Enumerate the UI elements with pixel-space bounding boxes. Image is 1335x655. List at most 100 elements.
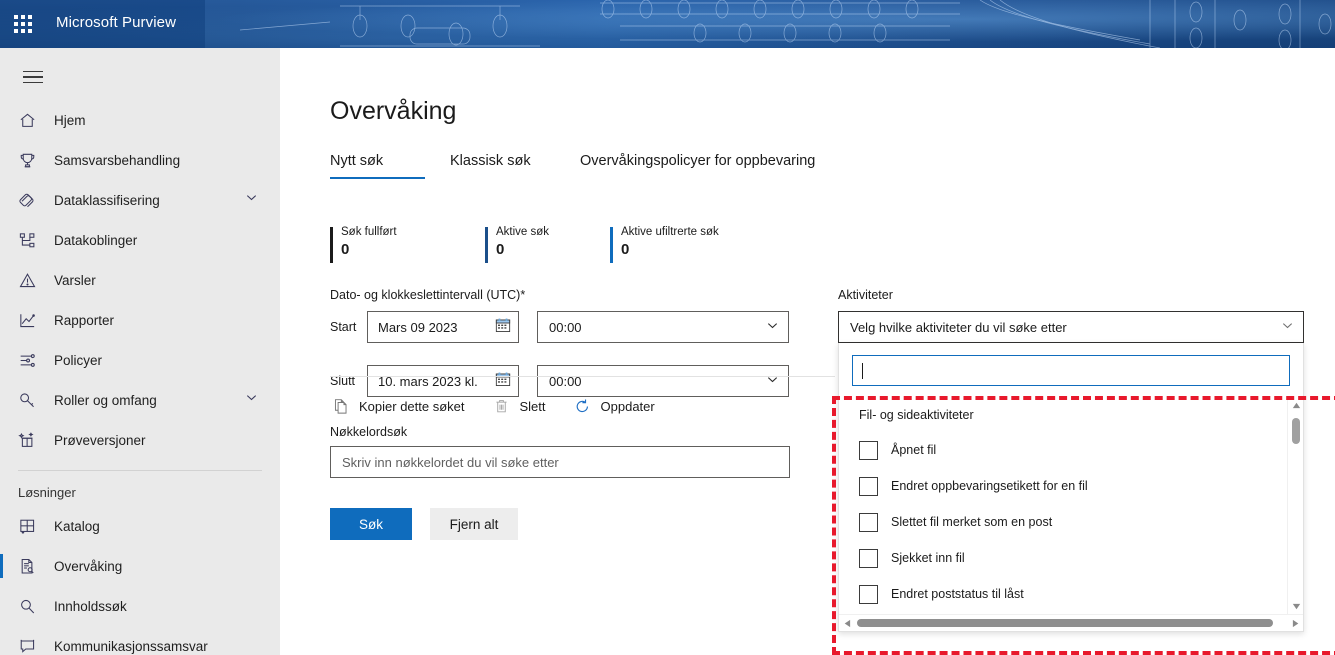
stat-aktive-sok: Aktive søk 0 bbox=[485, 226, 610, 258]
activities-search-input[interactable] bbox=[852, 355, 1290, 386]
chevron-down-icon[interactable] bbox=[766, 319, 779, 335]
start-label: Start bbox=[330, 320, 367, 334]
warning-triangle-icon bbox=[18, 268, 48, 292]
sidebar-item-varsler[interactable]: Varsler bbox=[0, 260, 280, 300]
delete-command[interactable]: Slett bbox=[491, 398, 546, 415]
key-icon bbox=[18, 388, 48, 412]
activities-search-wrapper bbox=[839, 343, 1303, 398]
stat-value: 0 bbox=[621, 241, 719, 258]
stat-accent-bar bbox=[485, 227, 488, 263]
hamburger-menu-icon[interactable] bbox=[14, 60, 52, 94]
sidebar-item-label: Innholdssøk bbox=[54, 599, 127, 614]
refresh-command[interactable]: Oppdater bbox=[572, 398, 655, 415]
tab-strip: Nytt søk Klassisk søk Overvåkingspolicye… bbox=[330, 153, 815, 179]
sidebar-item-label: Kommunikasjonssamsvar bbox=[54, 639, 208, 654]
grid-plus-icon bbox=[18, 514, 48, 538]
activities-select[interactable]: Velg hvilke aktiviteter du vil søke ette… bbox=[838, 311, 1304, 343]
command-bar: Kopier dette søket Slett bbox=[330, 398, 681, 415]
command-label: Kopier dette søket bbox=[359, 399, 465, 414]
sidebar-item-katalog[interactable]: Katalog bbox=[0, 506, 280, 546]
tab-klassisk-sok[interactable]: Klassisk søk bbox=[450, 153, 580, 179]
start-date-value: Mars 09 2023 bbox=[378, 320, 458, 335]
checkbox[interactable] bbox=[859, 477, 878, 496]
keyword-search-input[interactable]: Skriv inn nøkkelordet du vil søke etter bbox=[330, 446, 790, 478]
sidebar-item-kommunikasjonssamsvar[interactable]: Kommunikasjonssamsvar bbox=[0, 626, 280, 655]
activities-option-list: Fil- og sideaktiviteter Åpnet fil Endret… bbox=[839, 398, 1303, 614]
stats-row: Søk fullført 0 Aktive søk 0 Aktive ufilt… bbox=[330, 226, 719, 258]
calendar-icon[interactable] bbox=[495, 372, 511, 391]
stat-label: Aktive ufiltrerte søk bbox=[621, 226, 719, 238]
gift-sparkle-icon bbox=[18, 428, 48, 452]
top-banner: Microsoft Purview bbox=[0, 0, 1335, 48]
activity-option-apnet-fil[interactable]: Åpnet fil bbox=[839, 432, 1303, 468]
activity-option-sjekket-inn-fil[interactable]: Sjekket inn fil bbox=[839, 540, 1303, 576]
calendar-icon[interactable] bbox=[495, 318, 511, 337]
activity-option-label: Sjekket inn fil bbox=[891, 551, 965, 565]
chevron-down-icon[interactable] bbox=[245, 191, 258, 209]
stat-label: Søk fullført bbox=[341, 226, 485, 238]
text-caret bbox=[862, 363, 863, 379]
scroll-left-arrow-icon[interactable] bbox=[839, 615, 855, 632]
vertical-scrollbar[interactable] bbox=[1287, 398, 1303, 614]
chevron-down-icon[interactable] bbox=[245, 391, 258, 409]
activity-option-endret-poststatus-til-last[interactable]: Endret poststatus til låst bbox=[839, 576, 1303, 612]
sidebar-item-hjem[interactable]: Hjem bbox=[0, 100, 280, 140]
sidebar-item-label: Overvåking bbox=[54, 559, 122, 574]
activity-option-label: Slettet fil merket som en post bbox=[891, 515, 1052, 529]
scroll-right-arrow-icon[interactable] bbox=[1287, 615, 1303, 632]
horizontal-scrollbar-track[interactable] bbox=[855, 615, 1287, 632]
end-time-select[interactable]: 00:00 bbox=[537, 365, 789, 397]
activities-selected-text: Velg hvilke aktiviteter du vil søke ette… bbox=[850, 320, 1067, 335]
sidebar-item-label: Policyer bbox=[54, 353, 102, 368]
checkbox[interactable] bbox=[859, 513, 878, 532]
sidebar-item-label: Prøveversjoner bbox=[54, 433, 146, 448]
magnifier-icon bbox=[18, 594, 48, 618]
activity-option-endret-oppbevaringsetikett[interactable]: Endret oppbevaringsetikett for en fil bbox=[839, 468, 1303, 504]
copy-search-command[interactable]: Kopier dette søket bbox=[330, 398, 465, 415]
sidebar-group-label: Løsninger bbox=[0, 471, 280, 506]
activity-option-slettet-fil-merket-som-post[interactable]: Slettet fil merket som en post bbox=[839, 504, 1303, 540]
sidebar-item-rapporter[interactable]: Rapporter bbox=[0, 300, 280, 340]
scroll-down-arrow-icon[interactable] bbox=[1288, 599, 1303, 614]
sidebar-item-roller-og-omfang[interactable]: Roller og omfang bbox=[0, 380, 280, 420]
checkbox[interactable] bbox=[859, 549, 878, 568]
clear-all-button[interactable]: Fjern alt bbox=[430, 508, 518, 540]
horizontal-scrollbar-thumb[interactable] bbox=[857, 619, 1273, 627]
trash-icon bbox=[491, 398, 513, 415]
tab-overvakingspolicyer[interactable]: Overvåkingspolicyer for oppbevaring bbox=[580, 153, 815, 179]
sidebar: Hjem Samsvarsbehandling bbox=[0, 48, 280, 655]
app-launcher-waffle-icon[interactable] bbox=[12, 13, 34, 35]
sidebar-item-overvaking[interactable]: Overvåking bbox=[0, 546, 280, 586]
end-date-input[interactable]: 10. mars 2023 kl. bbox=[367, 365, 519, 397]
stat-value: 0 bbox=[341, 241, 485, 258]
checkbox[interactable] bbox=[859, 585, 878, 604]
search-button[interactable]: Søk bbox=[330, 508, 412, 540]
sidebar-item-proveversjoner[interactable]: Prøveversjoner bbox=[0, 420, 280, 460]
sidebar-item-label: Katalog bbox=[54, 519, 100, 534]
sidebar-item-samsvarsbehandling[interactable]: Samsvarsbehandling bbox=[0, 140, 280, 180]
activities-dropdown-panel: Fil- og sideaktiviteter Åpnet fil Endret… bbox=[838, 343, 1304, 632]
sidebar-item-policyer[interactable]: Policyer bbox=[0, 340, 280, 380]
tag-icon bbox=[18, 188, 48, 212]
command-bar-divider bbox=[330, 376, 835, 377]
stat-accent-bar bbox=[610, 227, 613, 263]
tab-label: Nytt søk bbox=[330, 153, 383, 169]
chevron-down-icon[interactable] bbox=[1281, 319, 1294, 335]
start-date-input[interactable]: Mars 09 2023 bbox=[367, 311, 519, 343]
activities-column: Aktiviteter Velg hvilke aktiviteter du v… bbox=[838, 288, 1308, 632]
sidebar-item-dataklassifisering[interactable]: Dataklassifisering bbox=[0, 180, 280, 220]
tab-nytt-sok[interactable]: Nytt søk bbox=[330, 153, 450, 179]
sidebar-item-datakoblinger[interactable]: Datakoblinger bbox=[0, 220, 280, 260]
sidebar-item-innholdssok[interactable]: Innholdssøk bbox=[0, 586, 280, 626]
start-time-select[interactable]: 00:00 bbox=[537, 311, 789, 343]
checkbox[interactable] bbox=[859, 441, 878, 460]
vertical-scrollbar-thumb[interactable] bbox=[1292, 418, 1300, 444]
app-root: Microsoft Purview Hjem bbox=[0, 0, 1335, 655]
horizontal-scrollbar[interactable] bbox=[839, 614, 1303, 631]
command-label: Oppdater bbox=[601, 399, 655, 414]
activities-group-heading: Fil- og sideaktiviteter bbox=[839, 398, 1303, 432]
stat-accent-bar bbox=[330, 227, 333, 263]
scroll-up-arrow-icon[interactable] bbox=[1288, 398, 1303, 413]
main-content: Overvåking Nytt søk Klassisk søk Overvåk… bbox=[280, 48, 1335, 655]
tab-label: Overvåkingspolicyer for oppbevaring bbox=[580, 153, 815, 169]
